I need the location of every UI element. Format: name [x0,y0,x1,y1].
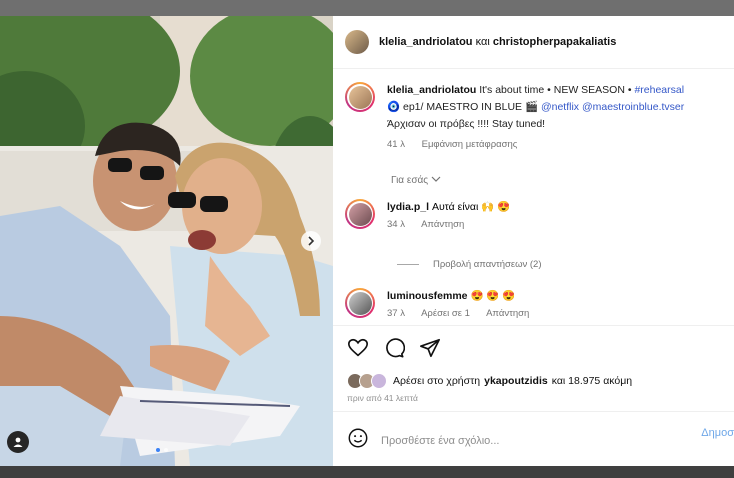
comment-likes[interactable]: Αρέσει σε 1 [421,308,470,319]
comment-body: lydia.p_l Αυτά είναι 🙌 😍 34 λ Απάντηση [387,199,510,233]
browser-bottom-strip [0,466,734,478]
see-translation-button[interactable]: Εμφάνιση μετάφρασης [422,139,518,150]
comment-item: luminousfemme 😍 😍 😍 37 λ Αρέσει σε 1 Απά… [345,288,543,322]
likes-summary[interactable]: Αρέσει στο χρήστη ykapoutzidis και 18.97… [347,373,632,389]
post-photo [0,16,333,466]
post-time: πριν από 41 λεπτά [347,393,418,403]
browser-top-strip [0,0,734,16]
caption-text: klelia_andriolatou It's about time • NEW… [387,82,684,153]
comment-text: 😍 😍 😍 [470,290,516,302]
mention-links[interactable]: @netflix @maestroinblue.tvser [541,101,684,113]
post-actions [347,337,441,359]
comment-avatar[interactable] [345,288,375,318]
caption-username[interactable]: klelia_andriolatou [387,84,476,96]
hashtag-link[interactable]: #rehearsal [634,84,684,96]
reply-button[interactable]: Απάντηση [486,308,529,319]
reply-button[interactable]: Απάντηση [421,219,464,230]
chevron-down-icon [431,175,441,186]
heart-icon[interactable] [347,337,369,359]
comment-time: 37 λ [387,308,405,319]
user-tag-icon[interactable] [7,431,29,453]
post-side-panel: klelia_andriolatou και christopherpapaka… [333,16,734,466]
likes-prefix: Αρέσει στο χρήστη [393,375,481,387]
add-comment-row: Δημοσ [347,427,734,454]
caption-line2: 🧿 ep1/ MAESTRO IN BLUE 🎬 [387,101,539,113]
caption-avatar[interactable] [345,82,375,112]
view-replies-label: Προβολή απαντήσεων (2) [433,259,542,270]
comment-avatar[interactable] [345,199,375,229]
liker-avatars [347,373,387,389]
next-arrow-icon[interactable] [301,231,321,251]
carousel-dot-active [156,448,160,452]
coauthor-username[interactable]: christopherpapakaliatis [493,36,617,48]
caption-line1: It's about time • NEW SEASON • [479,84,632,96]
caption-line3: Άρχισαν οι πρόβες !!!! Stay tuned! [387,118,546,130]
comment-input[interactable] [379,433,683,448]
likes-rest[interactable]: και 18.975 ακόμη [552,375,632,387]
comment-username[interactable]: lydia.p_l [387,201,429,213]
comment-icon[interactable] [383,337,405,359]
for-you-label: Για εσάς [391,175,429,187]
for-you-toggle[interactable]: Για εσάς [391,175,441,186]
view-replies-button[interactable]: Προβολή απαντήσεων (2) [397,259,542,270]
caption-block: klelia_andriolatou It's about time • NEW… [345,82,734,153]
comment-divider [333,411,734,412]
liker-username[interactable]: ykapoutzidis [484,375,548,387]
post-authors: klelia_andriolatou και christopherpapaka… [379,36,616,48]
comment-body: luminousfemme 😍 😍 😍 37 λ Αρέσει σε 1 Απά… [387,288,543,322]
comment-time: 34 λ [387,219,405,230]
photo-illustration [0,16,333,466]
carousel-dot [164,448,168,452]
comment-username[interactable]: luminousfemme [387,290,468,302]
author-username[interactable]: klelia_andriolatou [379,36,473,48]
post-modal: klelia_andriolatou και christopherpapaka… [0,16,734,466]
post-comment-button[interactable]: Δημοσ [701,427,734,439]
emoji-icon[interactable] [347,427,369,454]
actions-divider [333,325,734,326]
caption-time: 41 λ [387,139,405,150]
carousel-dots [156,448,168,452]
authors-conjunction: και [475,36,490,48]
avatar[interactable] [345,30,369,54]
share-icon[interactable] [419,337,441,359]
replies-divider-line [397,264,419,265]
comment-item: lydia.p_l Αυτά είναι 🙌 😍 34 λ Απάντηση [345,199,510,233]
post-header: klelia_andriolatou και christopherpapaka… [333,16,734,69]
comment-text: Αυτά είναι 🙌 😍 [431,201,511,213]
